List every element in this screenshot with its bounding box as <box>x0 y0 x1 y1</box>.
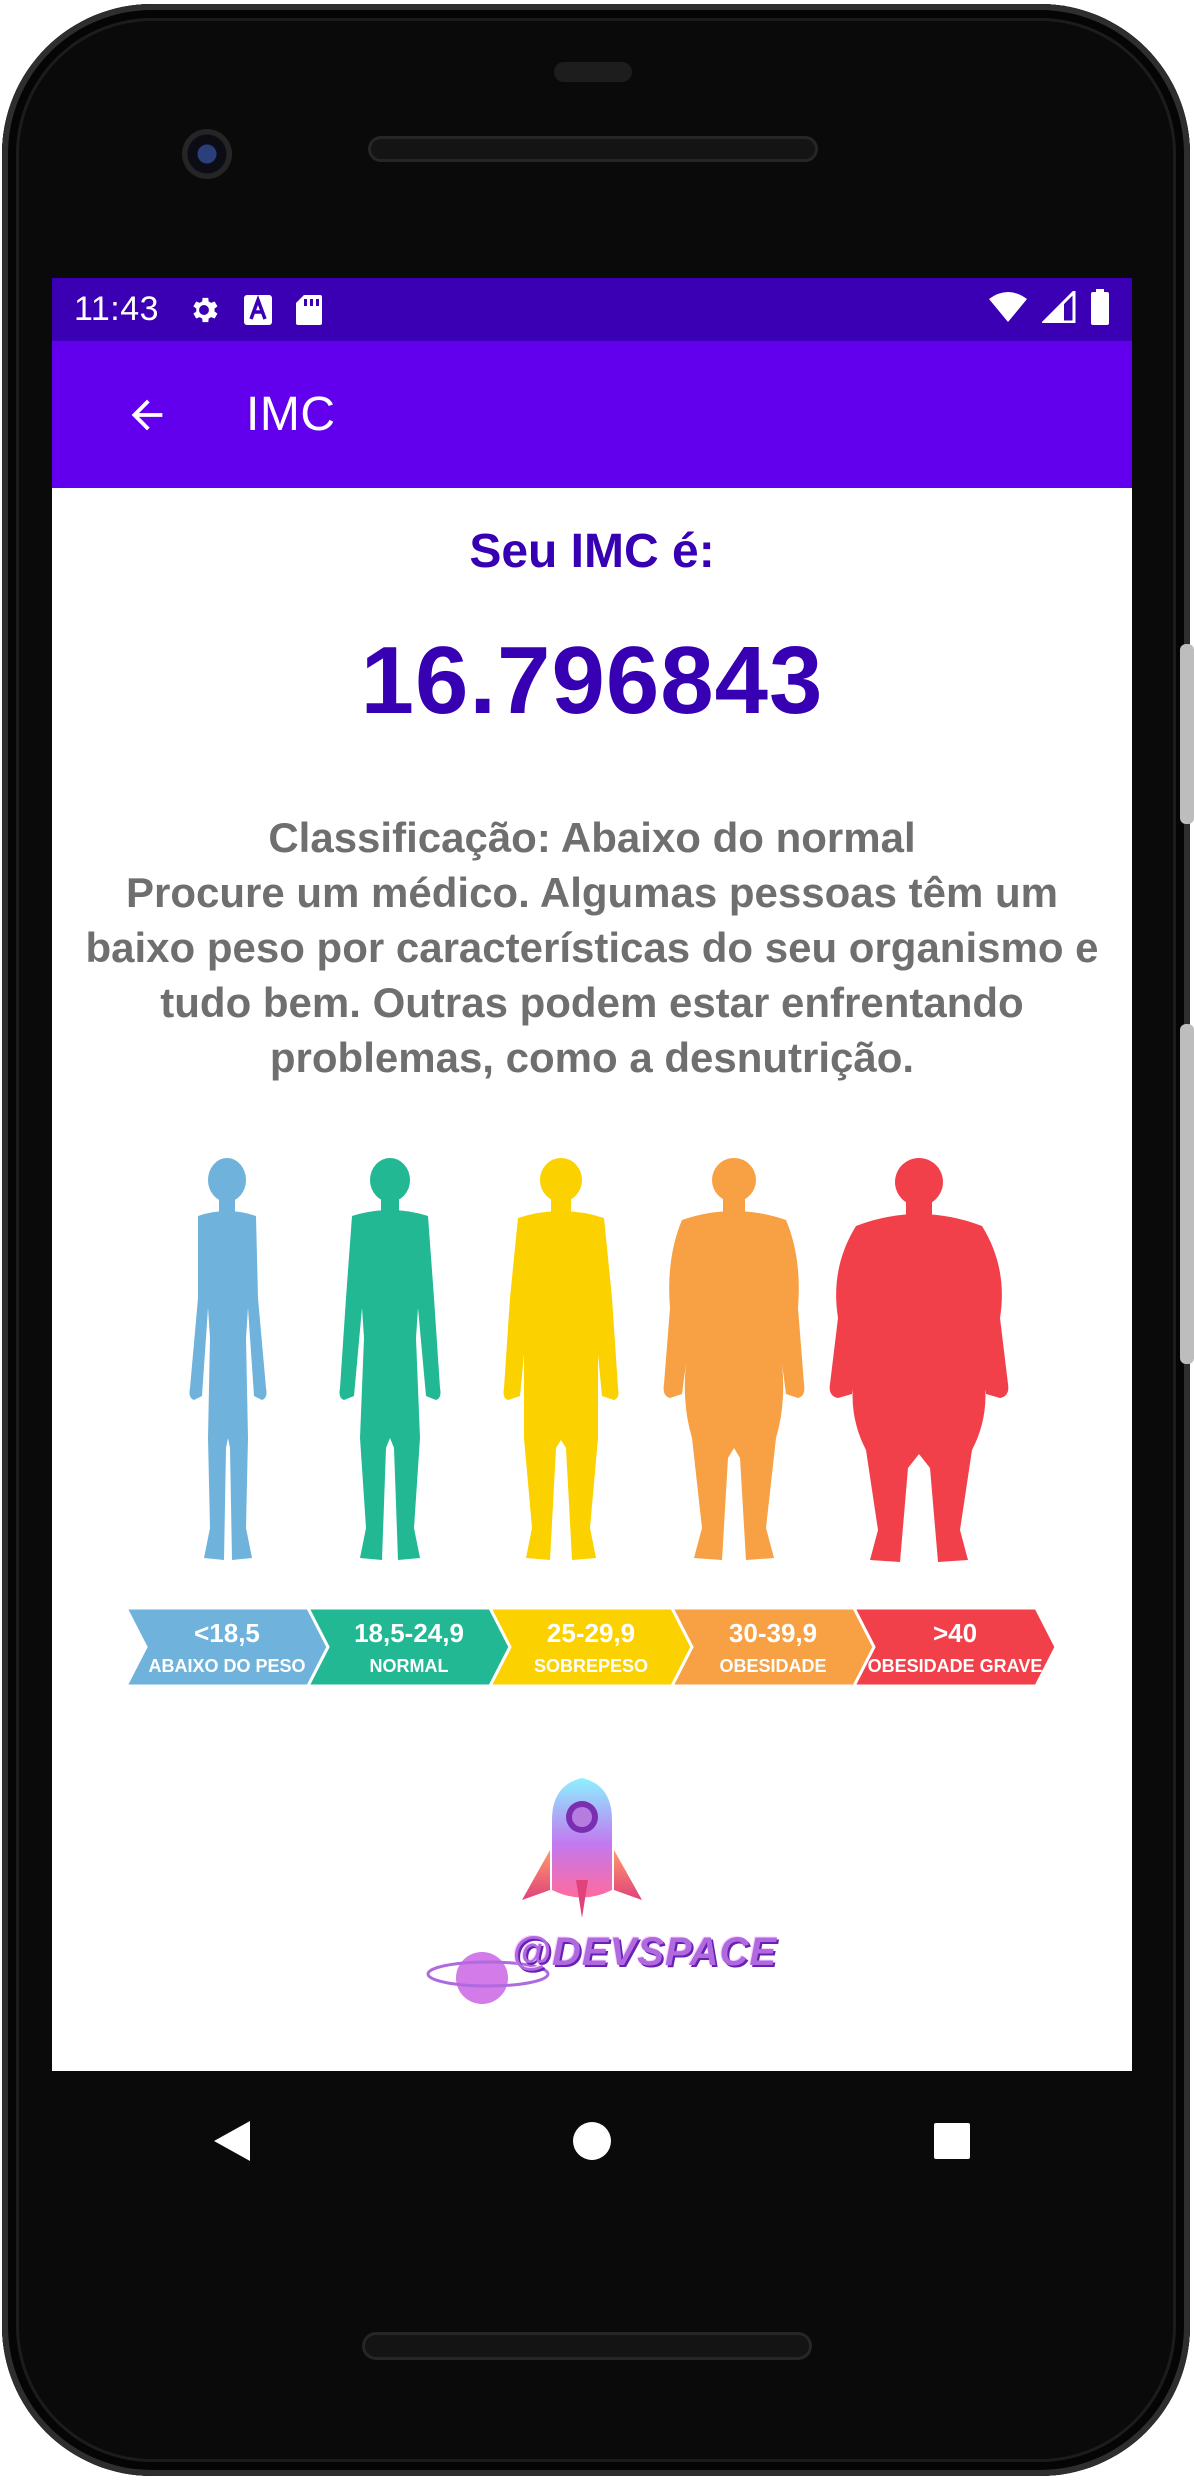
nav-home-button[interactable] <box>547 2096 637 2186</box>
bmi-segment-label: ABAIXO DO PESO <box>148 1656 305 1676</box>
bmi-segment-range: >40 <box>933 1618 977 1648</box>
slim-body-figure <box>189 1158 267 1560</box>
bmi-segment-range: 18,5-24,9 <box>354 1618 464 1648</box>
bmi-segment-range: 30-39,9 <box>729 1618 817 1648</box>
bottom-speaker <box>362 2332 812 2360</box>
nav-home-icon <box>573 2122 611 2160</box>
obese-body-figure <box>663 1158 805 1560</box>
volume-button <box>1180 644 1194 824</box>
logo-text: @DEVSPACE <box>512 1930 778 1974</box>
bmi-scale-strip: <18,5 ABAIXO DO PESO 18,5-24,9 NORMAL 25-29,… <box>123 1606 1062 1688</box>
navigation-bar <box>52 2071 1132 2211</box>
battery-icon <box>1090 289 1110 330</box>
overweight-body-figure <box>503 1158 619 1560</box>
bmi-segment: 18,5-24,9 NORMAL <box>305 1606 512 1688</box>
status-time: 11:43 <box>74 290 160 328</box>
app-bar: IMC <box>52 341 1132 488</box>
normal-body-figure <box>339 1158 441 1560</box>
nav-recents-icon <box>934 2123 970 2159</box>
bmi-value: 16.796843 <box>360 627 824 734</box>
bmi-segment-range: 25-29,9 <box>547 1618 635 1648</box>
signal-icon <box>1040 288 1076 328</box>
result-label: Seu IMC é: <box>469 525 715 578</box>
classification-text: Classificação: Abaixo do normal <box>268 814 916 861</box>
earpiece-speaker <box>368 136 818 162</box>
bmi-segment: 30-39,9 OBESIDADE <box>669 1606 876 1688</box>
arrow-left-icon <box>131 399 163 430</box>
bmi-segment-label: SOBREPESO <box>534 1656 648 1676</box>
status-right-icons <box>988 288 1110 330</box>
bmi-segment-label: OBESIDADE GRAVE <box>868 1656 1043 1676</box>
bmi-segment: >40 OBESIDADE GRAVE <box>851 1606 1058 1688</box>
advice-text: Procure um médico. Algumas pessoas têm u… <box>85 869 1099 1081</box>
bmi-segment-label: OBESIDADE <box>719 1656 826 1676</box>
body-silhouettes-image <box>162 1158 1022 1588</box>
classification-block: Classificação: Abaixo do normal Procure … <box>72 810 1112 1085</box>
status-bar: 11:43 <box>52 278 1132 341</box>
sd-card-icon <box>295 294 323 326</box>
wifi-icon <box>988 291 1028 328</box>
nav-recents-button[interactable] <box>907 2096 997 2186</box>
gear-icon <box>187 293 221 327</box>
bmi-segment: <18,5 ABAIXO DO PESO <box>123 1606 330 1688</box>
bmi-segment: 25-29,9 SOBREPESO <box>487 1606 694 1688</box>
back-button[interactable] <box>102 370 192 460</box>
top-slot <box>554 62 632 82</box>
severely-obese-body-figure <box>829 1158 1009 1562</box>
bmi-segment-label: NORMAL <box>370 1656 449 1676</box>
screen: 11:43 IMC Seu IMC é: 16.796843 Classific… <box>52 278 1132 2071</box>
app-title: IMC <box>246 388 336 441</box>
text-a-icon <box>243 294 273 326</box>
nav-back-button[interactable] <box>187 2096 277 2186</box>
bmi-segment-range: <18,5 <box>194 1618 260 1648</box>
devspace-logo: @DEVSPACE <box>412 1770 812 2040</box>
power-button <box>1180 1024 1194 1364</box>
front-camera <box>182 129 232 179</box>
nav-back-icon <box>214 2121 250 2161</box>
